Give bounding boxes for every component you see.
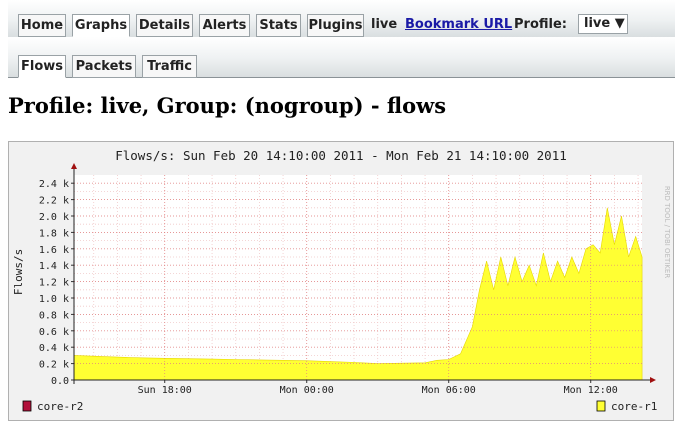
x-axis-arrow <box>650 377 656 383</box>
tab-alerts[interactable]: Alerts <box>199 14 250 37</box>
y-axis-arrow <box>71 163 77 169</box>
legend-swatch-core-r1 <box>596 400 606 412</box>
y-tick-label: 1.8 k <box>39 228 69 239</box>
legend-swatch-core-r2 <box>22 400 32 412</box>
flows-graph: Flows/s: Sun Feb 20 14:10:00 2011 - Mon … <box>8 141 674 421</box>
legend-label-core-r2: core-r2 <box>37 400 83 413</box>
tab-details[interactable]: Details <box>136 14 193 37</box>
x-tick-label: Mon 06:00 <box>422 385 476 396</box>
x-tick-label: Mon 12:00 <box>564 385 618 396</box>
chart-title: Flows/s: Sun Feb 20 14:10:00 2011 - Mon … <box>115 148 567 163</box>
y-axis-label: Flows/s <box>12 249 25 295</box>
page-title: Profile: live, Group: (nogroup) - flows <box>8 93 447 118</box>
flows-chart: Flows/s: Sun Feb 20 14:10:00 2011 - Mon … <box>12 148 671 413</box>
tab-graphs[interactable]: Graphs <box>72 14 130 37</box>
profile-select[interactable]: live ▼ <box>578 14 628 34</box>
subtab-packets[interactable]: Packets <box>72 55 136 78</box>
subtab-flows[interactable]: Flows <box>18 55 66 78</box>
rrdtool-credit: RRD TOOL / TOBI OETIKER <box>663 186 671 279</box>
y-tick-label: 0.0 <box>51 376 69 387</box>
profile-label: Profile: <box>514 17 567 32</box>
y-tick-label: 0.4 k <box>39 343 69 354</box>
y-tick-label: 2.4 k <box>39 179 69 190</box>
y-tick-label: 2.0 k <box>39 212 69 223</box>
tab-stats[interactable]: Stats <box>256 14 301 37</box>
x-tick-label: Sun 18:00 <box>138 385 192 396</box>
y-tick-label: 0.2 k <box>39 360 69 371</box>
live-label: live <box>371 17 398 32</box>
tab-plugins[interactable]: Plugins <box>307 14 364 37</box>
legend-label-core-r1: core-r1 <box>611 400 657 413</box>
y-tick-label: 1.0 k <box>39 294 69 305</box>
x-tick-label: Mon 00:00 <box>280 385 334 396</box>
y-tick-label: 1.6 k <box>39 245 69 256</box>
y-tick-label: 1.2 k <box>39 278 69 289</box>
y-tick-label: 0.8 k <box>39 310 69 321</box>
subtab-traffic[interactable]: Traffic <box>142 55 197 78</box>
tab-home[interactable]: Home <box>18 14 66 37</box>
y-tick-label: 0.6 k <box>39 327 69 338</box>
y-tick-label: 1.4 k <box>39 261 69 272</box>
bookmark-url-link[interactable]: Bookmark URL <box>405 13 512 36</box>
y-tick-label: 2.2 k <box>39 196 69 207</box>
